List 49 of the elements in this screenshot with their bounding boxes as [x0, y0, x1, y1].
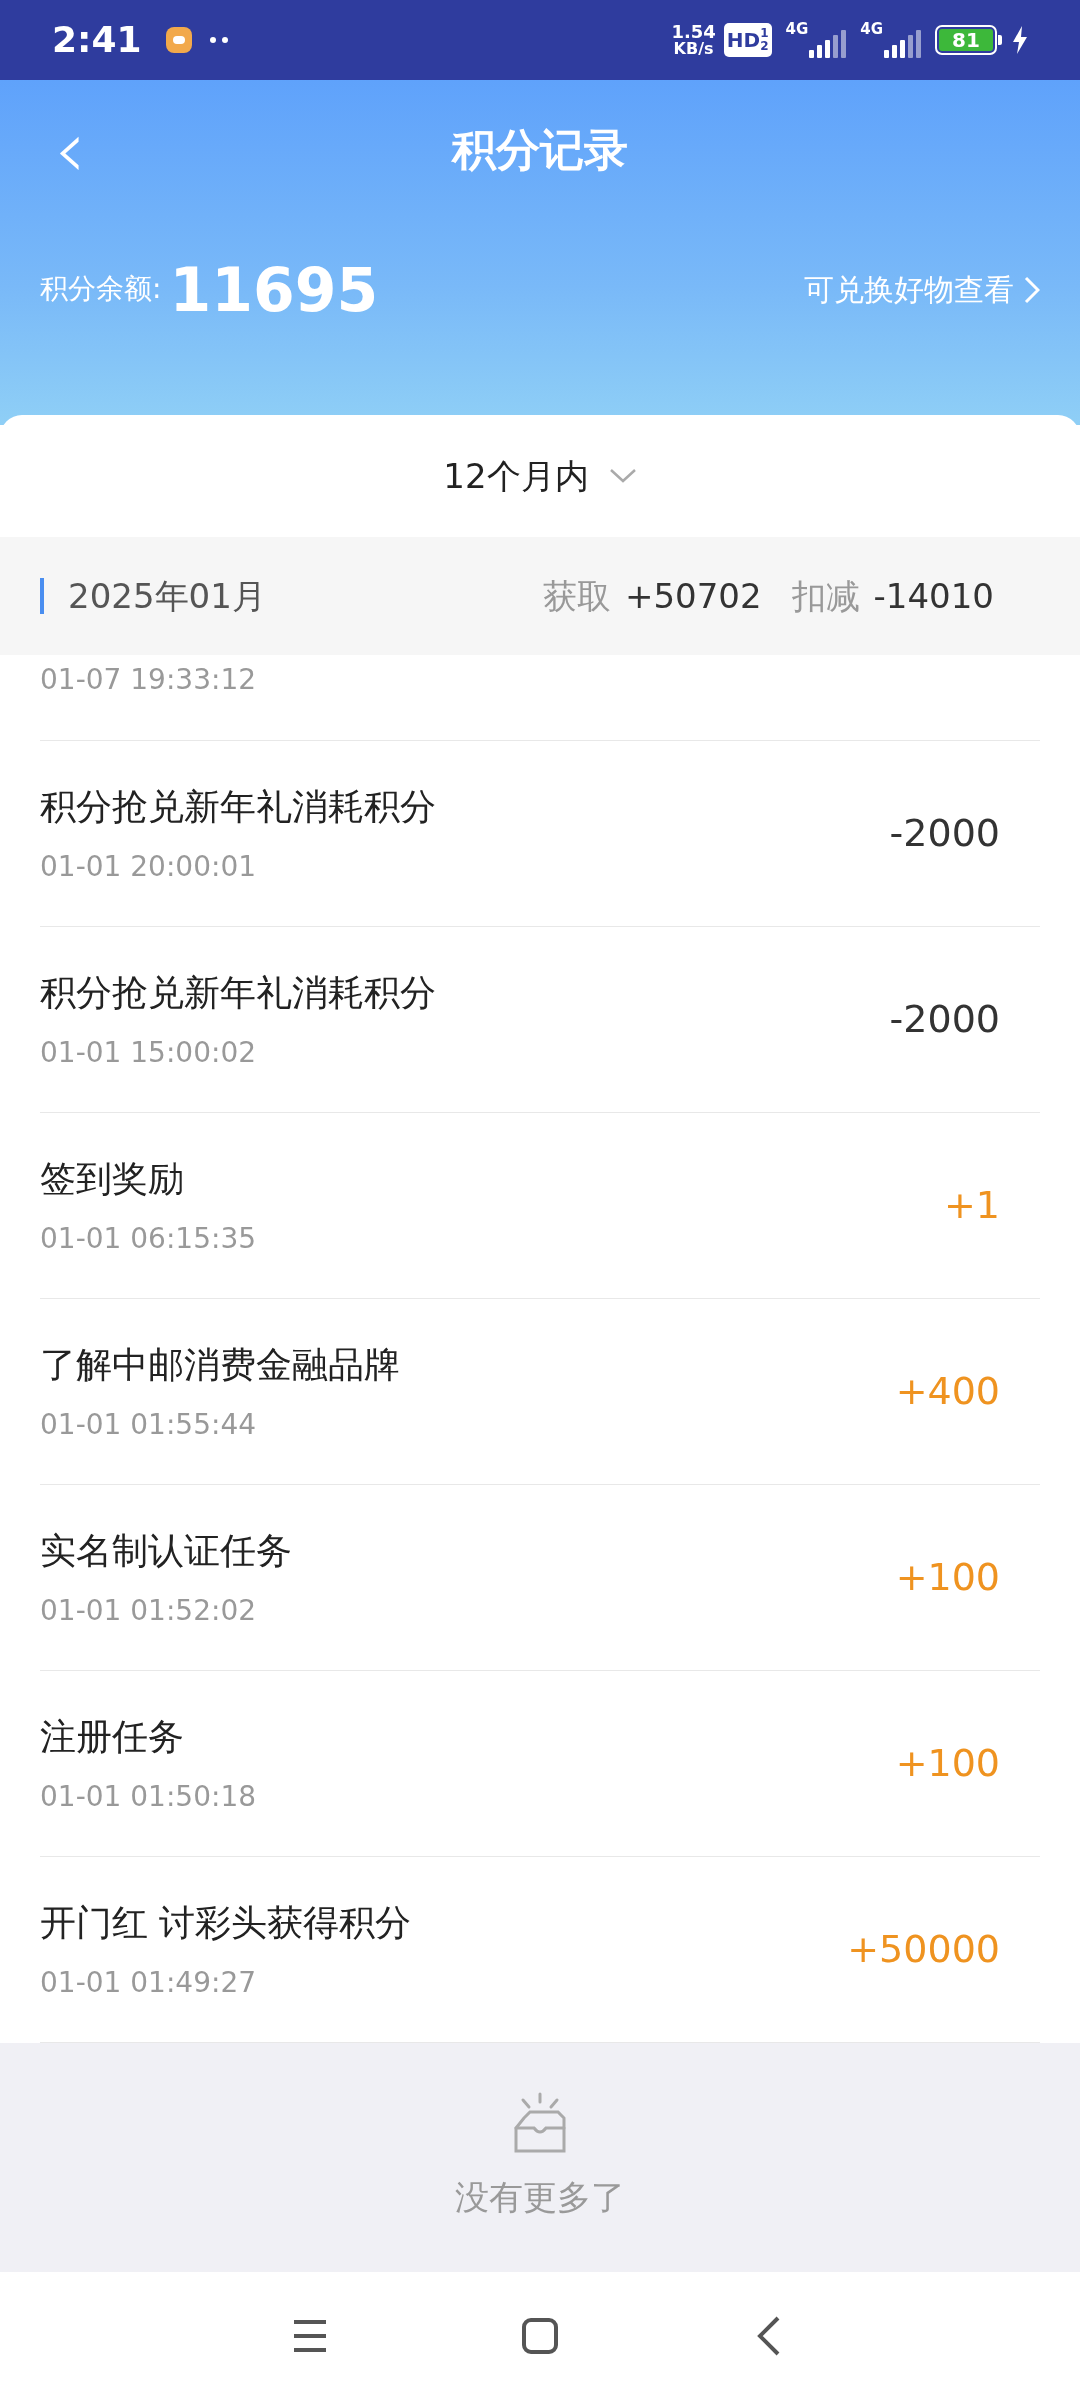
record-title: 积分抢兑新年礼消耗积分 — [40, 784, 437, 829]
record-title: 实名制认证任务 — [40, 1528, 293, 1573]
record-time: 01-01 15:00:02 — [40, 1034, 257, 1071]
record-title: 签到奖励 — [40, 1156, 185, 1201]
record-points: -2000 — [889, 810, 1000, 857]
record-points: +50000 — [847, 1926, 1000, 1973]
battery-level-text: 81 — [939, 29, 993, 51]
message-app-icon — [165, 27, 192, 53]
record-title: 注册任务 — [40, 1714, 185, 1759]
record-points: +1 — [943, 1182, 1000, 1229]
network-speed-value: 1.54 — [671, 23, 716, 40]
period-dropdown[interactable]: 12个月内 — [0, 415, 1080, 537]
home-icon[interactable] — [520, 2316, 560, 2356]
chevron-right-icon — [1024, 275, 1040, 304]
record-time: 01-01 01:52:02 — [40, 1592, 257, 1629]
status-time: 2:41 — [52, 18, 142, 62]
back-button[interactable]: ‹ — [40, 110, 100, 190]
spend-label: 扣减 — [791, 574, 860, 618]
record-time: 01-01 20:00:01 — [40, 848, 257, 885]
record-time: 01-07 19:33:12 — [40, 662, 257, 698]
balance-value: 11695 — [169, 260, 379, 320]
chevron-down-icon — [608, 468, 637, 484]
charging-icon — [1012, 26, 1028, 54]
record-points: +100 — [895, 1740, 1000, 1787]
record-points: +100 — [895, 1554, 1000, 1601]
network-speed-unit: KB/s — [673, 40, 714, 57]
record-points: -2000 — [889, 996, 1000, 1043]
network-type-label: 4G — [860, 22, 883, 37]
record-time: 01-01 01:50:18 — [40, 1778, 257, 1815]
record-points: +400 — [895, 1368, 1000, 1415]
balance-label: 积分余额: — [40, 271, 162, 307]
record-time: 01-01 01:49:27 — [40, 1964, 257, 2001]
gain-total: +50702 — [624, 574, 762, 618]
network-type-label: 4G — [785, 22, 809, 37]
gain-label: 获取 — [542, 574, 611, 618]
more-notifications-icon — [209, 37, 228, 43]
accent-mark — [40, 578, 44, 614]
record-title: 了解中邮消费金融品牌 — [40, 1342, 401, 1387]
month-title: 2025年01月 — [68, 574, 266, 618]
no-more-text: 没有更多了 — [455, 2176, 625, 2219]
spend-total: -14010 — [873, 574, 994, 618]
exchange-goods-link[interactable]: 可兑换好物查看 — [804, 267, 1040, 312]
record-time: 01-01 06:15:35 — [40, 1220, 257, 1257]
record-title: 积分抢兑新年礼消耗积分 — [40, 970, 437, 1015]
page-title: 积分记录 — [450, 123, 629, 177]
signal-icon — [809, 30, 847, 58]
signal-icon — [884, 30, 921, 58]
record-time: 01-01 01:55:44 — [40, 1406, 257, 1443]
record-title: 开门红 讨彩头获得积分 — [40, 1900, 413, 1945]
